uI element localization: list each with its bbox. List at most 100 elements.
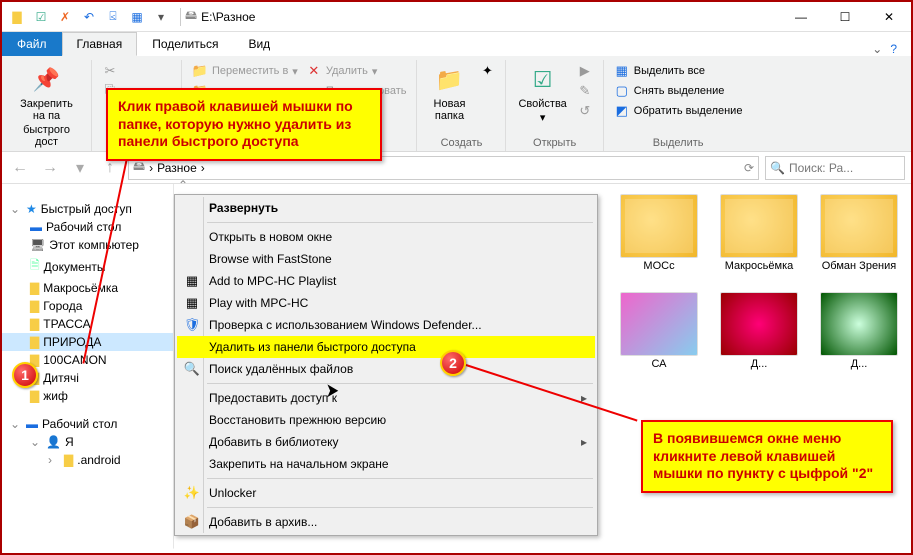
moveto-button[interactable]: 📁Переместить в ▾ <box>190 62 300 80</box>
nav-back-button[interactable]: ← <box>8 156 32 180</box>
nav-item-folder[interactable]: ▇Макросьёмка <box>2 279 173 297</box>
image-icon <box>820 292 898 356</box>
edit-button[interactable]: ✎ <box>575 82 595 100</box>
folder-icon: ▇ <box>30 281 39 295</box>
properties-button[interactable]: ☑ Свойства▾ <box>514 62 570 126</box>
archive-icon: 📦 <box>183 513 201 531</box>
tab-home[interactable]: Главная <box>62 32 138 56</box>
ctx-faststone[interactable]: Browse with FastStone <box>177 248 595 270</box>
nav-item-documents[interactable]: 🗎Документы <box>2 254 173 279</box>
invert-selection-button[interactable]: ◩Обратить выделение <box>612 102 745 120</box>
cut-button[interactable]: ✂ <box>100 62 120 80</box>
nav-item-thispc[interactable]: 🖥Этот компьютер <box>2 236 173 254</box>
group-label: Создать <box>425 135 497 149</box>
ctx-unlocker[interactable]: ✨Unlocker <box>177 482 595 504</box>
ctx-expand[interactable]: Развернуть <box>177 197 595 219</box>
search-placeholder: Поиск: Ра... <box>789 161 853 175</box>
ctx-open-new-window[interactable]: Открыть в новом окне <box>177 226 595 248</box>
ctx-defender[interactable]: 🛡Проверка с использованием Windows Defen… <box>177 314 595 336</box>
image-thumb[interactable]: СА <box>616 292 702 370</box>
ctx-mpc-play[interactable]: ▦Play with MPC-HC <box>177 292 595 314</box>
select-all-button[interactable]: ▦Выделить все <box>612 62 745 80</box>
chevron-down-icon[interactable]: ⌄ <box>10 202 22 216</box>
open-button[interactable]: ▶ <box>575 62 595 80</box>
ctx-library[interactable]: Добавить в библиотеку▸ <box>177 431 595 453</box>
image-thumb[interactable]: Д... <box>816 292 902 370</box>
group-label: Открыть <box>514 135 594 149</box>
chevron-down-icon[interactable]: ⌄ <box>30 435 42 449</box>
shield-icon: 🛡 <box>183 316 201 334</box>
folder-icon: ▇ <box>64 453 73 467</box>
ctx-recover[interactable]: 🔍Поиск удалённых файлов <box>177 358 595 380</box>
collapse-ribbon-icon[interactable]: ⌄ <box>872 42 882 56</box>
breadcrumb-segment[interactable]: Разное <box>157 161 197 175</box>
nav-recent-button[interactable]: ▾ <box>68 156 92 180</box>
pin-to-quick-access-button[interactable]: 📌 Закрепить на па быстрого дост <box>10 62 83 150</box>
image-icon <box>720 292 798 356</box>
invert-icon: ◩ <box>614 103 630 119</box>
nav-item-folder[interactable]: ▇жиф <box>2 387 173 405</box>
dropdown-icon[interactable]: ⍃ <box>104 8 122 26</box>
refresh-icon[interactable]: ⟳ <box>744 161 754 175</box>
new-item-button[interactable]: ✦ <box>477 62 497 80</box>
redo-icon[interactable]: ↶ <box>80 8 98 26</box>
ctx-mpc-add[interactable]: ▦Add to MPC-HC Playlist <box>177 270 595 292</box>
chevron-right-icon[interactable]: › <box>48 453 60 467</box>
folder-icon: ▇ <box>30 299 39 313</box>
cursor-icon: ➤ <box>326 378 339 403</box>
ctx-unpin-quick-access[interactable]: Удалить из панели быстрого доступа <box>177 336 595 358</box>
ctx-archive[interactable]: 📦Добавить в архив... <box>177 511 595 533</box>
image-thumb[interactable]: Д... <box>716 292 802 370</box>
folder-icon: ▇ <box>30 317 39 331</box>
select-all-icon: ▦ <box>614 63 630 79</box>
minimize-button[interactable]: — <box>779 2 823 32</box>
nav-item-desktop[interactable]: ▬Рабочий стол <box>2 218 173 236</box>
open-icon: ▶ <box>577 63 593 79</box>
nav-forward-button[interactable]: → <box>38 156 62 180</box>
close-button[interactable]: ✕ <box>867 2 911 32</box>
select-none-button[interactable]: ▢Снять выделение <box>612 82 745 100</box>
nav-item-android[interactable]: ›▇.android <box>2 451 173 469</box>
nav-item-folder[interactable]: ▇Города <box>2 297 173 315</box>
scroll-up-icon[interactable]: ⌃ <box>178 178 188 192</box>
new-folder-icon: 📁 <box>433 64 465 96</box>
cut-icon: ✂ <box>102 63 118 79</box>
folder-thumb[interactable]: Макросьёмка <box>716 194 802 272</box>
tab-share[interactable]: Поделиться <box>137 32 233 56</box>
folder-icon: ▇ <box>30 335 39 349</box>
folder-thumb[interactable]: Обман Зрения <box>816 194 902 272</box>
properties-icon[interactable]: ☑ <box>32 8 50 26</box>
nav-item-me[interactable]: ⌄👤Я <box>2 433 173 451</box>
ribbon-group-select: ▦Выделить все ▢Снять выделение ◩Обратить… <box>604 60 753 151</box>
undo-icon[interactable]: ✗ <box>56 8 74 26</box>
nav-quick-access[interactable]: ⌄ ★ Быстрый доступ <box>2 200 173 218</box>
delete-button[interactable]: ✕Удалить ▾ <box>304 62 409 80</box>
search-icon: 🔍 <box>183 360 201 378</box>
folder-icon <box>720 194 798 258</box>
desktop-icon: ▬ <box>26 417 38 431</box>
nav-item-folder[interactable]: ▇ТРАССА <box>2 315 173 333</box>
view-icon[interactable]: ▦ <box>128 8 146 26</box>
help-icon[interactable]: ? <box>890 42 897 56</box>
context-menu: Развернуть Открыть в новом окне Browse w… <box>174 194 598 536</box>
quick-access-toolbar: ▇ ☑ ✗ ↶ ⍃ ▦ ▾ <box>2 8 176 26</box>
mpc-icon: ▦ <box>183 294 201 312</box>
folder-icon <box>820 194 898 258</box>
new-folder-button[interactable]: 📁 Новая папка <box>425 62 473 124</box>
properties-icon: ☑ <box>527 64 559 96</box>
new-item-icon: ✦ <box>479 63 495 79</box>
tab-view[interactable]: Вид <box>233 32 285 56</box>
ctx-restore[interactable]: Восстановить прежнюю версию <box>177 409 595 431</box>
folder-thumb[interactable]: МОСс <box>616 194 702 272</box>
qat-more-icon[interactable]: ▾ <box>152 8 170 26</box>
history-button[interactable]: ↺ <box>575 102 595 120</box>
window-title-text: E:\Разное <box>201 10 255 24</box>
chevron-down-icon[interactable]: ⌄ <box>10 417 22 431</box>
tab-file[interactable]: Файл <box>2 32 62 56</box>
nav-desktop-root[interactable]: ⌄▬Рабочий стол <box>2 415 173 433</box>
maximize-button[interactable]: ☐ <box>823 2 867 32</box>
ctx-pin-start[interactable]: Закрепить на начальном экране <box>177 453 595 475</box>
ctx-share[interactable]: Предоставить доступ к▸ <box>177 387 595 409</box>
ribbon-tabs: Файл Главная Поделиться Вид ⌄ ? <box>2 32 911 56</box>
search-input[interactable]: 🔍 Поиск: Ра... <box>765 156 905 180</box>
